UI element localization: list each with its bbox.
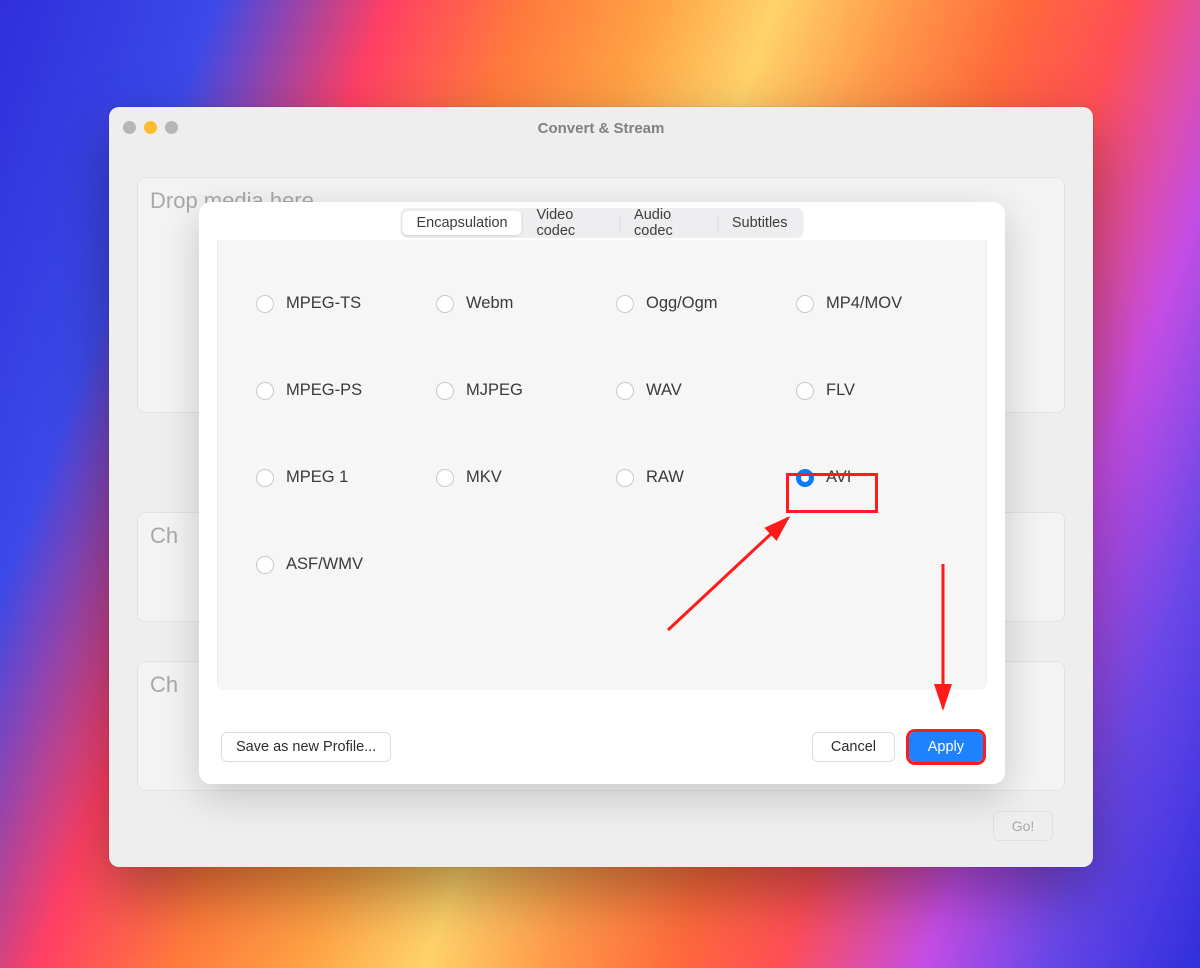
radio-mp4-mov[interactable]: MP4/MOV — [796, 294, 976, 313]
cancel-button[interactable]: Cancel — [812, 732, 895, 762]
encapsulation-panel: MPEG-TS Webm Ogg/Ogm MP4/MOV MPEG-PS MJPEG WAV… — [217, 240, 987, 690]
radio-circle-icon — [796, 469, 814, 487]
save-button-label: Save as new Profile... — [236, 739, 376, 755]
radio-ogg-ogm[interactable]: Ogg/Ogm — [616, 294, 796, 313]
go-button-label: Go! — [1012, 818, 1035, 834]
radio-circle-icon — [616, 382, 634, 400]
radio-label: MJPEG — [466, 381, 523, 400]
apply-button-label: Apply — [928, 739, 964, 755]
radio-mpeg-1[interactable]: MPEG 1 — [256, 468, 436, 487]
convert-stream-window: Convert & Stream Drop media here Ch Ch G… — [109, 107, 1093, 867]
tab-encapsulation-label: Encapsulation — [417, 215, 508, 231]
tab-video-codec[interactable]: Video codec — [522, 203, 619, 243]
close-icon[interactable] — [123, 121, 136, 134]
bg-panel-3-label: Ch — [150, 672, 178, 698]
radio-label: FLV — [826, 381, 855, 400]
radio-label: MPEG-PS — [286, 381, 362, 400]
radio-label: MPEG 1 — [286, 468, 348, 487]
radio-label: MP4/MOV — [826, 294, 902, 313]
profile-sheet: Encapsulation Video codec Audio codec Su… — [199, 202, 1005, 784]
radio-label: Webm — [466, 294, 513, 313]
radio-circle-icon — [436, 469, 454, 487]
radio-mkv[interactable]: MKV — [436, 468, 616, 487]
window-title: Convert & Stream — [109, 120, 1093, 137]
radio-circle-icon — [256, 469, 274, 487]
radio-circle-icon — [256, 382, 274, 400]
radio-avi[interactable]: AVI — [796, 468, 976, 487]
tab-video-codec-label: Video codec — [536, 207, 575, 239]
radio-asf-wmv[interactable]: ASF/WMV — [256, 555, 436, 574]
tab-audio-codec-label: Audio codec — [634, 207, 673, 239]
bg-panel-2-label: Ch — [150, 523, 178, 549]
tab-audio-codec[interactable]: Audio codec — [620, 203, 717, 243]
radio-circle-icon — [436, 295, 454, 313]
radio-label: WAV — [646, 381, 682, 400]
radio-circle-icon — [796, 382, 814, 400]
maximize-icon[interactable] — [165, 121, 178, 134]
tab-subtitles-label: Subtitles — [732, 215, 788, 231]
radio-circle-icon — [616, 469, 634, 487]
radio-circle-icon — [616, 295, 634, 313]
tab-subtitles[interactable]: Subtitles — [718, 211, 802, 235]
radio-wav[interactable]: WAV — [616, 381, 796, 400]
apply-button[interactable]: Apply — [909, 732, 983, 762]
tab-encapsulation[interactable]: Encapsulation — [403, 211, 522, 235]
desktop-background: Convert & Stream Drop media here Ch Ch G… — [0, 0, 1200, 968]
radio-mpeg-ps[interactable]: MPEG-PS — [256, 381, 436, 400]
radio-label: MPEG-TS — [286, 294, 361, 313]
radio-circle-icon — [436, 382, 454, 400]
radio-circle-icon — [256, 295, 274, 313]
radio-label: MKV — [466, 468, 502, 487]
go-button[interactable]: Go! — [993, 811, 1053, 841]
window-titlebar: Convert & Stream — [109, 107, 1093, 149]
encapsulation-radio-grid: MPEG-TS Webm Ogg/Ogm MP4/MOV MPEG-PS MJPEG WAV… — [256, 294, 966, 574]
radio-mjpeg[interactable]: MJPEG — [436, 381, 616, 400]
window-traffic-lights — [123, 121, 178, 134]
minimize-icon[interactable] — [144, 121, 157, 134]
save-as-new-profile-button[interactable]: Save as new Profile... — [221, 732, 391, 762]
radio-label: Ogg/Ogm — [646, 294, 718, 313]
radio-circle-icon — [796, 295, 814, 313]
radio-mpeg-ts[interactable]: MPEG-TS — [256, 294, 436, 313]
radio-label: RAW — [646, 468, 684, 487]
radio-raw[interactable]: RAW — [616, 468, 796, 487]
radio-label: AVI — [826, 468, 851, 487]
radio-webm[interactable]: Webm — [436, 294, 616, 313]
radio-flv[interactable]: FLV — [796, 381, 976, 400]
cancel-button-label: Cancel — [831, 739, 876, 755]
radio-circle-icon — [256, 556, 274, 574]
radio-label: ASF/WMV — [286, 555, 363, 574]
sheet-tabs: Encapsulation Video codec Audio codec Su… — [401, 208, 804, 238]
